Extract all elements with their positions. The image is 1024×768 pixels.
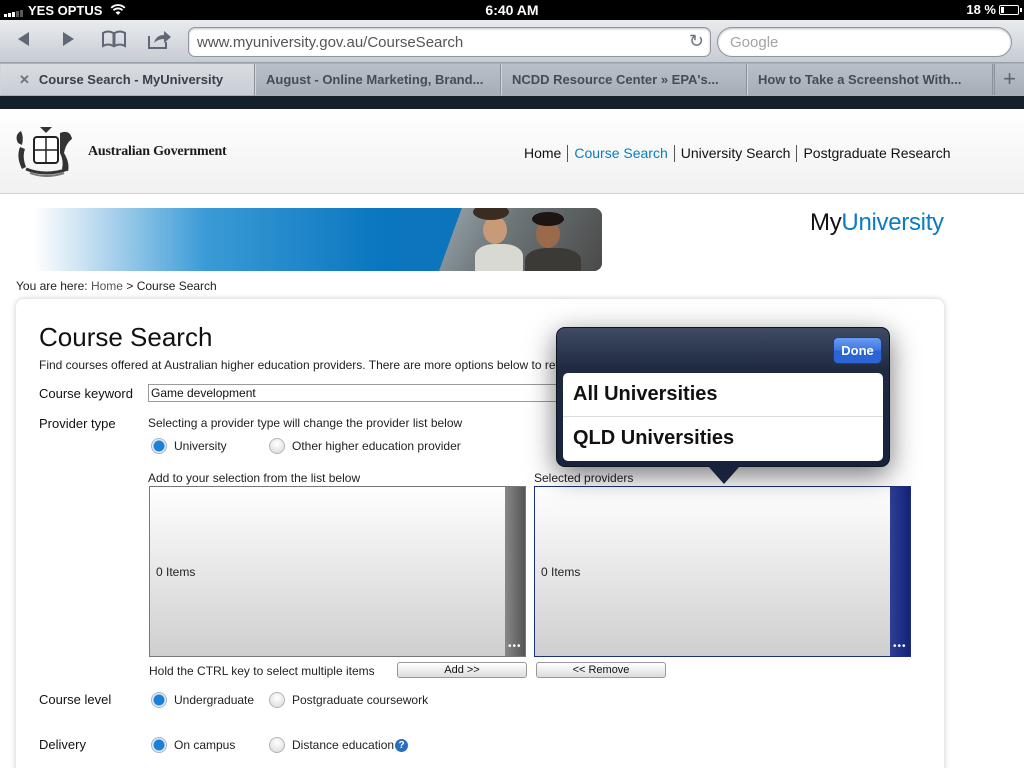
back-icon[interactable] bbox=[8, 28, 40, 56]
page-top-strip bbox=[0, 96, 1024, 109]
tab-bar: ✕ Course Search - MyUniversity August - O… bbox=[0, 63, 1024, 96]
clock: 6:40 AM bbox=[485, 2, 539, 18]
remove-button[interactable]: << Remove bbox=[536, 662, 666, 678]
available-scrollbar[interactable]: ••• bbox=[505, 487, 525, 656]
selected-providers-list[interactable]: 0 Items ••• bbox=[534, 486, 911, 657]
breadcrumb-current: Course Search bbox=[136, 279, 217, 293]
tab-online-marketing[interactable]: August - Online Marketing, Brand... bbox=[255, 64, 501, 95]
provider-type-label: Provider type bbox=[39, 416, 116, 431]
radio-distance-education-label: Distance education bbox=[292, 738, 395, 752]
selected-scrollbar[interactable]: ••• bbox=[890, 487, 910, 656]
selected-count: 0 Items bbox=[541, 565, 581, 579]
ctrl-hint: Hold the CTRL key to select multiple ite… bbox=[149, 664, 375, 678]
logo-accent: University bbox=[841, 209, 944, 236]
intro-text: Find courses offered at Australian highe… bbox=[39, 358, 559, 372]
tab-title: August - Online Marketing, Brand... bbox=[266, 72, 484, 87]
tab-screenshot[interactable]: How to Take a Screenshot With... bbox=[747, 64, 993, 95]
nav-postgraduate-research[interactable]: Postgraduate Research bbox=[797, 145, 956, 162]
radio-distance-education[interactable] bbox=[269, 737, 285, 753]
tab-course-search[interactable]: ✕ Course Search - MyUniversity bbox=[0, 64, 255, 95]
picker-options-list: All Universities QLD Universities bbox=[563, 373, 883, 461]
address-bar[interactable]: www.myuniversity.gov.au/CourseSearch ↻ bbox=[188, 27, 711, 57]
tab-title: Course Search - MyUniversity bbox=[38, 72, 224, 87]
available-list-label: Add to your selection from the list belo… bbox=[148, 471, 361, 485]
forward-icon[interactable] bbox=[52, 28, 84, 56]
new-tab-button[interactable]: + bbox=[994, 64, 1024, 95]
provider-type-hint: Selecting a provider type will change th… bbox=[148, 416, 463, 430]
radio-university-label: University bbox=[174, 439, 227, 453]
radio-on-campus[interactable] bbox=[151, 737, 167, 753]
radio-on-campus-label: On campus bbox=[174, 738, 236, 752]
tab-title: NCDD Resource Center » EPA's... bbox=[512, 72, 719, 87]
breadcrumb-prefix: You are here: bbox=[16, 279, 88, 293]
bookmarks-icon[interactable] bbox=[98, 28, 130, 56]
reload-icon[interactable]: ↻ bbox=[689, 31, 704, 52]
radio-postgraduate-coursework[interactable] bbox=[269, 692, 285, 708]
available-providers-list[interactable]: 0 Items ••• bbox=[149, 486, 526, 657]
share-icon[interactable] bbox=[144, 28, 176, 56]
tab-title: How to Take a Screenshot With... bbox=[758, 72, 962, 87]
option-qld-universities[interactable]: QLD Universities bbox=[563, 417, 883, 461]
nav-course-search[interactable]: Course Search bbox=[568, 145, 675, 162]
page-title: Course Search bbox=[39, 322, 213, 352]
students-photo bbox=[439, 208, 602, 271]
radio-undergraduate-label: Undergraduate bbox=[174, 693, 255, 707]
add-button[interactable]: Add >> bbox=[397, 662, 527, 678]
top-navigation: Home Course Search University Search Postgr… bbox=[518, 145, 957, 162]
radio-postgraduate-coursework-label: Postgraduate coursework bbox=[292, 693, 429, 707]
tab-ncdd[interactable]: NCDD Resource Center » EPA's... bbox=[501, 64, 747, 95]
popover-arrow bbox=[708, 466, 740, 484]
delivery-label: Delivery bbox=[39, 737, 86, 752]
radio-university[interactable] bbox=[151, 438, 167, 454]
breadcrumb-home[interactable]: Home bbox=[91, 279, 123, 293]
course-keyword-input[interactable] bbox=[148, 384, 568, 402]
breadcrumb-separator: > bbox=[126, 279, 134, 293]
close-tab-icon[interactable]: ✕ bbox=[19, 72, 30, 87]
selected-list-label: Selected providers bbox=[534, 471, 634, 485]
search-placeholder: Google bbox=[730, 34, 779, 51]
course-level-label: Course level bbox=[39, 692, 112, 707]
government-name[interactable]: Australian Government bbox=[88, 144, 227, 160]
browser-toolbar: www.myuniversity.gov.au/CourseSearch ↻ G… bbox=[0, 20, 1024, 63]
logo-prefix: My bbox=[810, 209, 842, 236]
site-header: Australian Government Home Course Search U… bbox=[0, 109, 1024, 194]
option-all-universities[interactable]: All Universities bbox=[563, 373, 883, 417]
battery-percent: 18 % bbox=[966, 2, 996, 17]
radio-other-provider-label: Other higher education provider bbox=[292, 439, 461, 453]
nav-home[interactable]: Home bbox=[518, 145, 569, 162]
available-count: 0 Items bbox=[156, 565, 196, 579]
coat-of-arms-logo[interactable] bbox=[12, 123, 82, 179]
course-keyword-label: Course keyword bbox=[39, 386, 133, 401]
url-text: www.myuniversity.gov.au/CourseSearch bbox=[197, 34, 464, 51]
nav-university-search[interactable]: University Search bbox=[675, 145, 798, 162]
radio-other-provider[interactable] bbox=[269, 438, 285, 454]
breadcrumb: You are here: Home > Course Search bbox=[16, 279, 217, 293]
search-field[interactable]: Google bbox=[717, 27, 1012, 57]
status-bar: YES OPTUS 6:40 AM 18 % bbox=[0, 0, 1024, 20]
myuniversity-logo[interactable]: MyUniversity bbox=[810, 209, 944, 237]
help-icon[interactable]: ? bbox=[395, 739, 408, 752]
done-button[interactable]: Done bbox=[833, 337, 882, 364]
battery-fill bbox=[1001, 7, 1004, 13]
radio-undergraduate[interactable] bbox=[151, 692, 167, 708]
hero-banner bbox=[34, 208, 602, 271]
battery-icon bbox=[999, 5, 1022, 15]
